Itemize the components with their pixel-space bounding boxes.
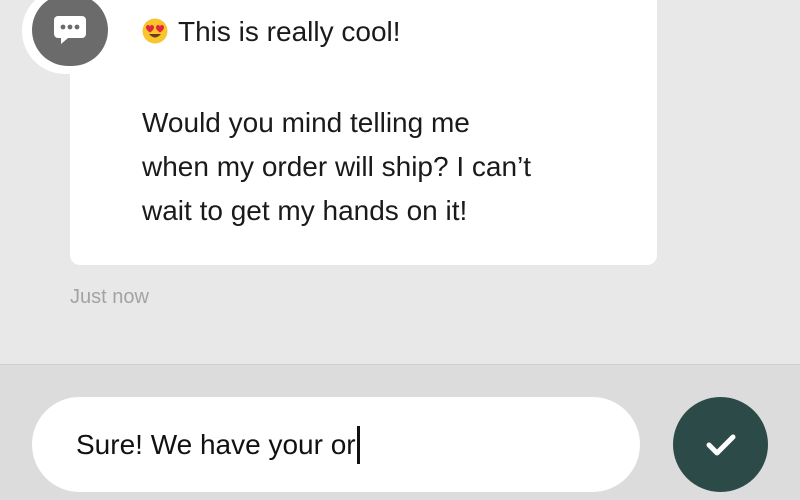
speech-bubble-icon: [54, 16, 86, 44]
message-line-1-text: This is really cool!: [178, 16, 401, 47]
reply-input-text: Sure! We have your or: [76, 428, 356, 460]
send-button[interactable]: [673, 397, 768, 492]
reply-input[interactable]: Sure! We have your or: [32, 397, 640, 492]
message-text: This is really cool! Would you mind tell…: [142, 10, 642, 233]
heart-eyes-emoji-icon: [142, 13, 168, 57]
checkmark-icon: [706, 434, 735, 455]
message-line-2: Would you mind telling me: [142, 107, 470, 138]
message-line-3: when my order will ship? I can’t: [142, 151, 532, 182]
chat-area: This is really cool! Would you mind tell…: [0, 0, 800, 364]
message-composer: Sure! We have your or: [0, 365, 800, 500]
message-spacer: [142, 57, 642, 101]
message-timestamp: Just now: [70, 286, 149, 308]
text-caret: [356, 425, 360, 464]
message-line-4: wait to get my hands on it!: [142, 195, 468, 226]
message-line-1: This is really cool!: [142, 10, 642, 57]
avatar: [32, 0, 108, 66]
